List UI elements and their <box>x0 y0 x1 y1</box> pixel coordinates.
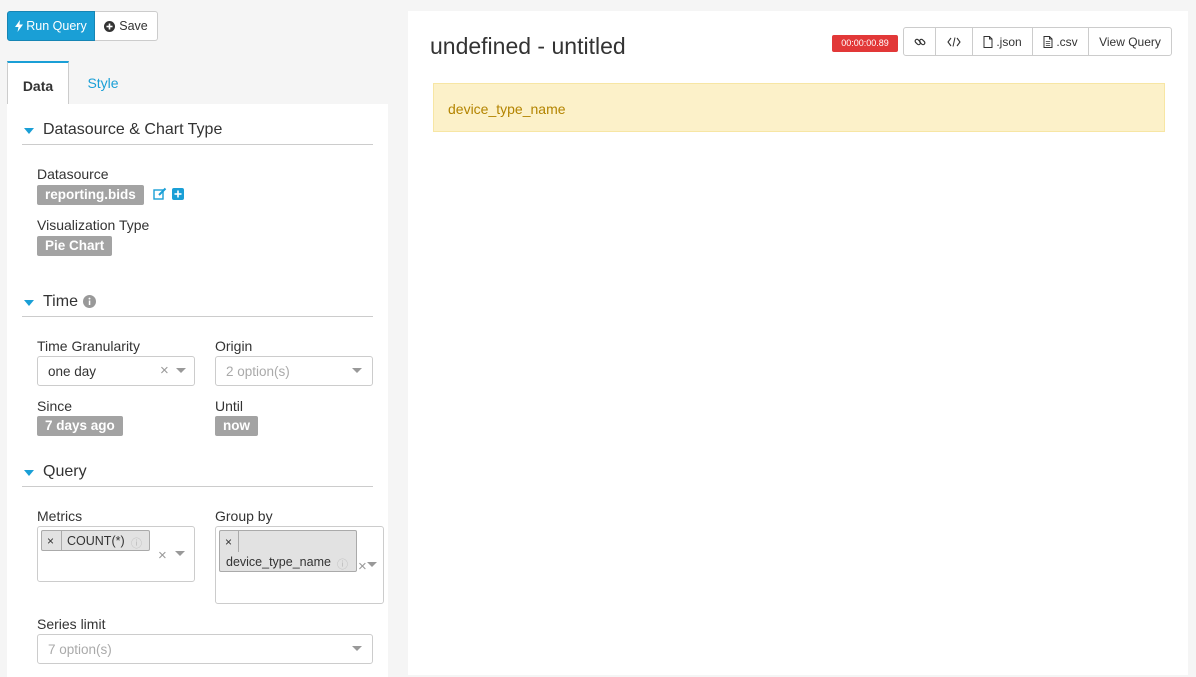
section-title: Time <box>43 292 78 310</box>
chevron-down-icon[interactable] <box>176 368 186 373</box>
metrics-label: Metrics <box>37 508 83 524</box>
until-tag[interactable]: now <box>215 416 258 436</box>
export-json-button[interactable]: .json <box>972 27 1033 56</box>
plus-circle-icon <box>104 20 116 32</box>
metric-chip-label: COUNT(*) <box>67 534 125 548</box>
control-panel: Run Query Save Data Style Datasource & C… <box>7 0 388 677</box>
export-csv-label: .csv <box>1056 34 1078 49</box>
warning-alert: device_type_name <box>433 83 1165 132</box>
chevron-down-icon[interactable] <box>175 551 185 556</box>
alert-message: device_type_name <box>448 101 566 117</box>
series-limit-placeholder: 7 option(s) <box>48 642 112 657</box>
save-label: Save <box>119 19 148 33</box>
chevron-down-icon[interactable] <box>352 646 362 651</box>
section-title: Datasource & Chart Type <box>43 120 223 138</box>
copy-link-button[interactable] <box>903 27 936 56</box>
export-json-label: .json <box>996 34 1022 49</box>
link-icon <box>914 38 925 45</box>
section-header-query[interactable]: Query <box>22 457 373 487</box>
origin-label: Origin <box>215 338 253 354</box>
embed-code-button[interactable] <box>935 27 973 56</box>
viz-type-label: Visualization Type <box>37 217 150 233</box>
clear-icon[interactable]: × <box>160 362 169 379</box>
file-icon <box>1043 35 1053 48</box>
group-by-chip: × device_type_name ⓘ <box>219 530 357 572</box>
help-icon: ⓘ <box>337 559 348 571</box>
export-csv-button[interactable]: .csv <box>1032 27 1089 56</box>
data-tab-panel: Datasource & Chart Type Datasource repor… <box>7 104 388 677</box>
section-title: Query <box>43 462 87 480</box>
edit-icon[interactable] <box>153 187 167 201</box>
chart-title: undefined - untitled <box>430 33 626 59</box>
metric-chip: × COUNT(*) ⓘ <box>41 530 150 551</box>
view-query-button[interactable]: View Query <box>1088 27 1172 56</box>
chevron-down-icon[interactable] <box>352 368 362 373</box>
help-icon: ⓘ <box>131 538 142 550</box>
caret-down-icon <box>24 469 34 476</box>
viz-type-tag[interactable]: Pie Chart <box>37 236 113 256</box>
metrics-select[interactable]: × COUNT(*) ⓘ × <box>37 526 195 582</box>
chevron-down-icon[interactable] <box>367 562 377 567</box>
section-header-datasource[interactable]: Datasource & Chart Type <box>22 115 373 145</box>
time-granularity-label: Time Granularity <box>37 338 140 354</box>
run-query-button[interactable]: Run Query <box>7 11 95 41</box>
origin-placeholder: 2 option(s) <box>226 364 290 379</box>
origin-select[interactable]: 2 option(s) <box>215 356 373 386</box>
run-query-label: Run Query <box>26 19 87 33</box>
group-by-label: Group by <box>215 508 273 524</box>
time-granularity-select[interactable]: one day × <box>37 356 195 386</box>
remove-icon[interactable]: × <box>47 534 54 548</box>
result-panel: undefined - untitled 00:00:00.89 .json .… <box>408 11 1188 675</box>
save-button[interactable]: Save <box>95 11 158 41</box>
clear-icon[interactable]: × <box>358 558 367 575</box>
code-icon <box>947 36 961 47</box>
group-by-chip-label: device_type_name <box>226 555 331 569</box>
bolt-icon <box>15 20 24 32</box>
plus-square-icon[interactable] <box>172 188 184 200</box>
group-by-select[interactable]: × device_type_name ⓘ × <box>215 526 384 604</box>
query-timer-badge: 00:00:00.89 <box>832 35 898 52</box>
view-query-label: View Query <box>1099 34 1161 49</box>
info-icon <box>82 295 96 308</box>
remove-icon[interactable]: × <box>225 535 232 549</box>
export-button-group: .json .csv View Query <box>903 27 1172 56</box>
since-tag[interactable]: 7 days ago <box>37 416 123 436</box>
clear-icon[interactable]: × <box>158 547 167 564</box>
since-label: Since <box>37 398 73 414</box>
tab-data[interactable]: Data <box>7 61 69 105</box>
series-limit-label: Series limit <box>37 616 106 632</box>
datasource-label: Datasource <box>37 166 109 182</box>
series-limit-select[interactable]: 7 option(s) <box>37 634 373 664</box>
query-toolbar: Run Query Save <box>7 11 158 41</box>
datasource-tag[interactable]: reporting.bids <box>37 185 144 205</box>
time-granularity-value: one day <box>48 364 97 379</box>
caret-down-icon <box>24 127 34 134</box>
section-header-time[interactable]: Time <box>22 287 373 317</box>
tab-style[interactable]: Style <box>69 61 137 105</box>
panel-tabs: Data Style <box>7 61 388 105</box>
file-icon <box>983 35 993 48</box>
until-label: Until <box>215 398 244 414</box>
caret-down-icon <box>24 299 34 306</box>
